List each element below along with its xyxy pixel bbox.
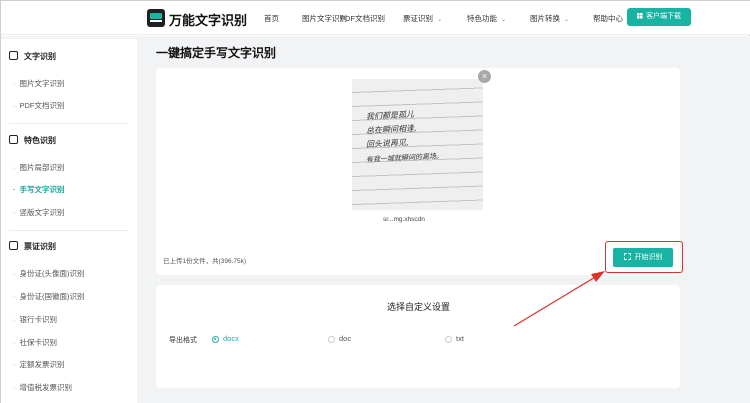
sidebar-item-quota-invoice[interactable]: 定额发票识别: [13, 359, 65, 370]
sidebar-divider: [9, 230, 129, 231]
nav-pdf-ocr[interactable]: PDF文档识别: [340, 13, 385, 24]
format-label-doc[interactable]: doc: [339, 334, 351, 343]
uploaded-image-preview[interactable]: 我们都是孤儿 总在瞬间相逢, 回头说再见, 有我一城就瞬间的离场。: [352, 79, 483, 210]
nav-ticket-ocr[interactable]: 票证识别 ⌄: [403, 13, 442, 24]
sidebar-item-image-ocr[interactable]: 图片文字识别: [13, 78, 65, 89]
remove-file-close-icon[interactable]: ×: [478, 70, 491, 83]
sidebar: [1, 39, 137, 403]
format-radio-docx[interactable]: [212, 336, 219, 343]
handwriting-line: 回头说再见,: [365, 137, 409, 150]
top-header: 万能文字识别 首页 图片文字识别 PDF文档识别 票证识别 ⌄ 特色功能 ⌄ 图片转…: [1, 1, 750, 35]
nav-features[interactable]: 特色功能 ⌄: [467, 13, 506, 24]
sidebar-group-special-ocr: 特色识别: [9, 135, 56, 146]
file-name: sr...mg.xhscdn: [383, 216, 425, 223]
nav-home[interactable]: 首页: [264, 13, 279, 24]
scan-icon: [623, 253, 631, 260]
settings-title: 选择自定义设置: [387, 302, 451, 312]
chevron-down-icon: ⌄: [501, 17, 507, 23]
client-download-button[interactable]: 客户端下载: [627, 8, 691, 26]
format-radio-doc[interactable]: [328, 336, 335, 343]
app-logo-icon[interactable]: [147, 9, 165, 27]
sidebar-item-social-card[interactable]: 社保卡识别: [13, 337, 58, 348]
sidebar-item-vertical-ocr[interactable]: 竖版文字识别: [13, 207, 65, 218]
sidebar-item-handwriting-ocr[interactable]: 手写文字识别: [13, 184, 65, 195]
windows-icon: [637, 12, 643, 19]
page-title: 一键搞定手写文字识别: [156, 46, 277, 60]
start-recognition-button[interactable]: 开始识别: [613, 248, 673, 267]
nav-image-convert[interactable]: 图片转换 ⌄: [530, 13, 569, 24]
sidebar-divider: [9, 123, 129, 124]
sidebar-group-text-ocr: 文字识别: [9, 51, 56, 62]
sidebar-group-ticket-ocr: 票证识别: [9, 241, 56, 252]
ticket-icon: [9, 241, 18, 250]
upload-status-text: 已上传1份文件，共(396.75k): [163, 258, 247, 265]
chevron-down-icon: ⌄: [564, 17, 570, 23]
nav-help-center[interactable]: 帮助中心: [593, 13, 623, 24]
sidebar-item-pdf-ocr[interactable]: PDF文档识别: [13, 100, 65, 111]
sidebar-item-partial-ocr[interactable]: 图片局部识别: [13, 162, 65, 173]
text-scan-icon: [9, 51, 18, 60]
format-label-txt[interactable]: txt: [456, 334, 464, 343]
sidebar-item-idcard-front[interactable]: 身份证(头像面)识别: [13, 268, 85, 279]
sidebar-item-bankcard[interactable]: 银行卡识别: [13, 314, 58, 325]
export-format-label: 导出格式: [169, 337, 197, 344]
brand-name[interactable]: 万能文字识别: [169, 10, 247, 29]
chevron-down-icon: ⌄: [437, 17, 443, 23]
sidebar-item-idcard-back[interactable]: 身份证(国徽面)识别: [13, 291, 85, 302]
format-label-docx[interactable]: docx: [223, 334, 239, 343]
special-scan-icon: [9, 135, 18, 144]
sidebar-item-vat-invoice[interactable]: 增值税发票识别: [13, 382, 73, 393]
format-radio-txt[interactable]: [445, 336, 452, 343]
